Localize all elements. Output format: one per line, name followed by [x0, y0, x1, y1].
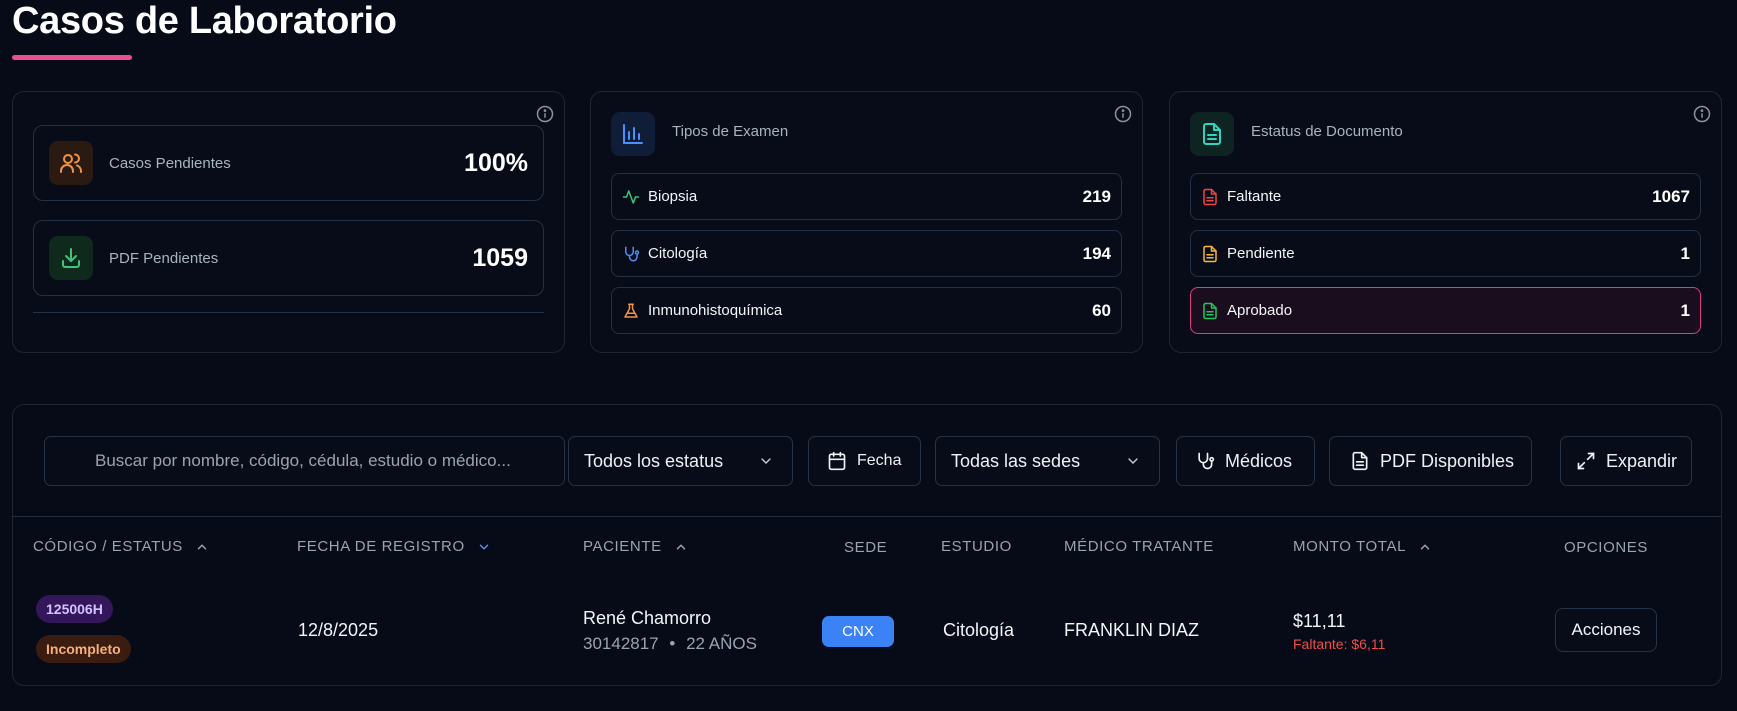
flask-icon [624, 303, 638, 318]
header-estudio: ESTUDIO [941, 538, 1012, 555]
chevron-down-icon [479, 544, 488, 550]
status-select-value: Todos los estatus [584, 450, 724, 471]
header-paciente[interactable]: PACIENTE [583, 538, 688, 555]
examen-row-citologia[interactable]: Citología 194 [611, 230, 1122, 277]
medicos-label: Médicos [1225, 450, 1293, 471]
chevron-down-icon [761, 458, 771, 464]
separator-dot: • [669, 634, 676, 653]
examen-value: 60 [1092, 300, 1111, 320]
header-fecha-label: FECHA DE REGISTRO [297, 538, 465, 555]
examen-row-inmuno[interactable]: Inmunohistoquímica 60 [611, 287, 1122, 334]
documento-label: Faltante [1227, 188, 1282, 205]
users-icon [49, 141, 93, 185]
status-select[interactable]: Todos los estatus [568, 436, 793, 486]
cases-table-panel: Todos los estatus Fecha Todas las sedes … [12, 404, 1722, 686]
pdf-disponibles-label: PDF Disponibles [1380, 450, 1515, 471]
header-monto-label: MONTO TOTAL [1293, 538, 1407, 555]
table-divider [13, 516, 1721, 517]
medicos-button[interactable]: Médicos [1176, 436, 1315, 486]
info-icon[interactable] [536, 105, 554, 123]
info-icon[interactable] [1693, 105, 1711, 123]
pdf-disponibles-button[interactable]: PDF Disponibles [1329, 436, 1532, 486]
documento-row-faltante[interactable]: Faltante 1067 [1190, 173, 1701, 220]
file-icon [1352, 451, 1368, 471]
examen-value: 194 [1082, 243, 1111, 263]
header-opciones: OPCIONES [1564, 539, 1648, 556]
examen-label: Inmunohistoquímica [648, 302, 783, 319]
patient-age: 22 AÑOS [686, 634, 757, 653]
study-type: Citología [943, 620, 1015, 640]
patient-id: 30142817 [583, 634, 659, 653]
casos-pendientes-value: 100% [464, 148, 528, 177]
sede-select-value: Todas las sedes [951, 450, 1081, 471]
actions-button[interactable]: Acciones [1555, 608, 1657, 652]
stethoscope-icon [625, 246, 640, 262]
header-medico: MÉDICO TRATANTE [1064, 538, 1214, 555]
documento-value: 1067 [1652, 186, 1690, 206]
casos-pendientes-stat: Casos Pendientes 100% [33, 125, 544, 201]
chevron-up-icon [197, 543, 207, 549]
page-title: Casos de Laboratorio [12, 0, 397, 42]
search-input[interactable] [44, 436, 565, 486]
stethoscope-icon [1198, 452, 1215, 470]
document-icon [1190, 112, 1234, 156]
expand-label: Expandir [1606, 450, 1678, 471]
header-codigo[interactable]: CÓDIGO / ESTATUS [33, 538, 209, 555]
calendar-icon [828, 451, 846, 471]
documento-value: 1 [1680, 243, 1690, 263]
file-icon [1203, 188, 1217, 206]
examen-row-biopsia[interactable]: Biopsia 219 [611, 173, 1122, 220]
header-sede: SEDE [844, 539, 888, 556]
info-icon[interactable] [1114, 105, 1132, 123]
card-divider [33, 312, 544, 313]
documento-label: Pendiente [1227, 245, 1295, 262]
file-icon [1203, 245, 1217, 263]
header-monto[interactable]: MONTO TOTAL [1293, 538, 1432, 555]
header-fecha[interactable]: FECHA DE REGISTRO [297, 538, 491, 555]
documento-value: 1 [1680, 300, 1690, 320]
header-codigo-label: CÓDIGO / ESTATUS [33, 538, 183, 555]
bar-chart-icon [611, 112, 655, 156]
date-filter-button[interactable]: Fecha [808, 436, 921, 486]
activity-icon [622, 190, 640, 204]
sede-select[interactable]: Todas las sedes [935, 436, 1160, 486]
examen-label: Biopsia [648, 188, 698, 205]
pdf-pendientes-stat: PDF Pendientes 1059 [33, 220, 544, 296]
examen-label: Citología [648, 245, 708, 262]
case-code-badge[interactable]: 125006H [36, 595, 113, 623]
documento-label: Aprobado [1227, 302, 1293, 319]
title-underline [12, 55, 132, 60]
doctor-name: FRANKLIN DIAZ [1064, 620, 1200, 640]
patient-name: René Chamorro [583, 608, 712, 628]
sede-badge: CNX [822, 616, 894, 647]
pdf-pendientes-value: 1059 [472, 243, 528, 272]
missing-amount: Faltante: $6,11 [1293, 636, 1386, 652]
header-paciente-label: PACIENTE [583, 538, 662, 555]
tipos-examen-title: Tipos de Examen [672, 123, 789, 140]
total-amount: $11,11 [1293, 611, 1346, 631]
documento-row-pendiente[interactable]: Pendiente 1 [1190, 230, 1701, 277]
status-badge: Incompleto [36, 635, 131, 663]
tipos-examen-card: Tipos de Examen Biopsia 219 Citología 19… [590, 91, 1143, 353]
chevron-down-icon [1128, 458, 1138, 464]
casos-pendientes-label: Casos Pendientes [109, 154, 231, 172]
chevron-up-icon [676, 543, 685, 549]
estatus-documento-card: Estatus de Documento Faltante 1067 Pendi… [1169, 91, 1722, 353]
pdf-pendientes-label: PDF Pendientes [109, 249, 219, 267]
registration-date: 12/8/2025 [298, 620, 379, 640]
patient-details: 30142817 • 22 AÑOS [583, 634, 757, 654]
expand-icon [1577, 452, 1595, 470]
documento-row-aprobado[interactable]: Aprobado 1 [1190, 287, 1701, 334]
estatus-documento-title: Estatus de Documento [1251, 123, 1403, 140]
download-icon [49, 236, 93, 280]
expand-button[interactable]: Expandir [1560, 436, 1692, 486]
date-filter-label: Fecha [857, 452, 902, 469]
chevron-up-icon [1420, 543, 1430, 549]
summary-card: Casos Pendientes 100% PDF Pendientes 105… [12, 91, 565, 353]
file-icon [1203, 302, 1217, 320]
examen-value: 219 [1082, 186, 1111, 206]
